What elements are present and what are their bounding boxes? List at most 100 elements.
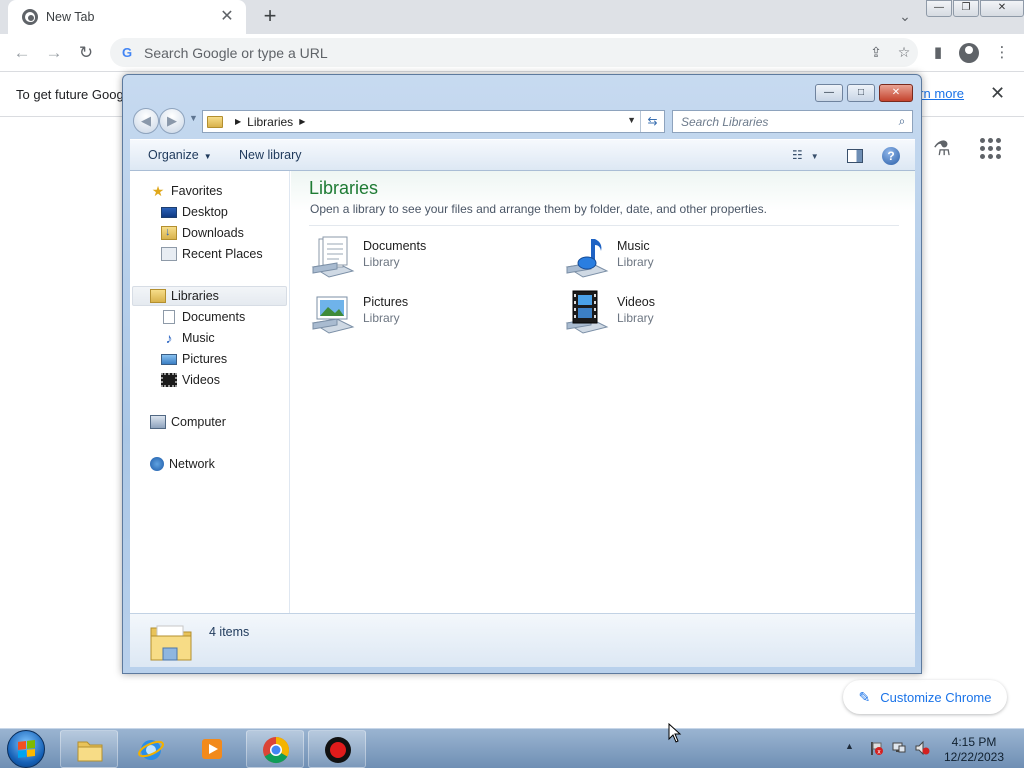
recent-pages-dropdown-icon[interactable]: ▼ [189, 113, 198, 123]
library-kind: Library [617, 255, 654, 269]
nav-recent-places[interactable]: Recent Places [161, 244, 263, 264]
profile-avatar[interactable] [957, 41, 981, 65]
explorer-navigation-bar: ◀ ▶ ▼ ▶ Libraries ▶ ▼ ⇆ Search Libraries… [131, 107, 915, 135]
back-arrow-icon[interactable]: ← [10, 41, 34, 65]
nav-documents[interactable]: Documents [161, 307, 245, 327]
browser-close-button[interactable]: ✕ [980, 0, 1024, 17]
explorer-close-button[interactable]: ✕ [879, 84, 913, 102]
help-icon[interactable]: ? [882, 147, 900, 165]
new-tab-button[interactable]: + [258, 5, 282, 29]
nav-libraries[interactable]: Libraries [132, 286, 287, 306]
nav-computer[interactable]: Computer [150, 412, 226, 432]
nav-favorites-label: Favorites [171, 184, 223, 198]
breadcrumb-arrow-icon[interactable]: ▶ [299, 117, 305, 126]
show-hidden-icons-icon[interactable]: ▲ [845, 741, 854, 751]
library-tile-pictures[interactable]: Pictures Library [309, 289, 549, 339]
start-button[interactable] [7, 730, 45, 768]
nav-videos[interactable]: Videos [161, 370, 220, 390]
computer-icon [150, 415, 166, 429]
command-bar: Organize ▼ New library ☷ ▼ ? [130, 139, 915, 171]
nav-computer-label: Computer [171, 415, 226, 429]
google-apps-grid-icon[interactable] [978, 136, 1002, 160]
documents-library-icon [311, 236, 355, 278]
search-icon[interactable]: ⌕ [892, 114, 912, 129]
new-library-button[interactable]: New library [239, 148, 302, 162]
browser-restore-button[interactable]: ❐ [953, 0, 979, 17]
explorer-forward-icon[interactable]: ▶ [159, 108, 185, 134]
item-count: 4 items [209, 625, 250, 639]
videos-library-icon [565, 290, 609, 334]
library-tile-documents[interactable]: Documents Library [309, 233, 549, 283]
taskbar-media-player-button[interactable] [183, 730, 241, 768]
preview-pane-icon[interactable] [847, 149, 863, 163]
library-name: Pictures [363, 295, 409, 309]
tab-search-chevron-icon[interactable]: ⌄ [894, 8, 916, 26]
nav-favorites[interactable]: ★ Favorites [150, 181, 223, 201]
nav-music-label: Music [182, 331, 215, 345]
clock-date[interactable]: 12/22/2023 [940, 750, 1008, 764]
address-bar[interactable]: ▶ Libraries ▶ ▼ ⇆ [202, 110, 665, 133]
customize-chrome-label: Customize Chrome [880, 689, 992, 705]
star-icon: ★ [151, 183, 165, 199]
explorer-folder-icon [77, 741, 103, 762]
reload-icon[interactable]: ↻ [74, 41, 98, 65]
network-icon [150, 457, 164, 471]
nav-recent-places-label: Recent Places [182, 247, 263, 261]
kebab-menu-icon[interactable]: ⋮ [990, 41, 1014, 65]
side-panel-icon[interactable]: ▮ [926, 41, 950, 65]
customize-chrome-button[interactable]: ✎ Customize Chrome [843, 680, 1007, 714]
music-note-icon: ♪ [165, 330, 173, 346]
infobar-close-icon[interactable]: ✕ [990, 83, 1005, 104]
breadcrumb-arrow-icon[interactable]: ▶ [235, 117, 241, 126]
tab-title: New Tab [46, 10, 95, 24]
search-libraries-input[interactable]: Search Libraries ⌕ [672, 110, 913, 133]
explorer-maximize-button[interactable]: □ [847, 84, 875, 102]
library-kind: Library [363, 255, 400, 269]
library-name: Music [617, 239, 650, 253]
nav-network[interactable]: Network [150, 454, 215, 474]
desktop-icon [161, 206, 177, 218]
libraries-folder-icon [207, 115, 223, 128]
explorer-window: — □ ✕ ◀ ▶ ▼ ▶ Libraries ▶ ▼ ⇆ Search Lib… [122, 74, 922, 674]
pencil-icon: ✎ [858, 688, 871, 705]
svg-text:x: x [877, 749, 881, 756]
library-name: Videos [617, 295, 655, 309]
taskbar-recorder-button[interactable] [308, 730, 366, 768]
clock-time[interactable]: 4:15 PM [940, 735, 1008, 749]
nav-music[interactable]: ♪ Music [161, 328, 215, 348]
nav-network-label: Network [169, 457, 215, 471]
nav-libraries-label: Libraries [171, 289, 219, 303]
volume-muted-icon[interactable] [914, 740, 930, 756]
organize-button[interactable]: Organize ▼ [148, 148, 212, 162]
forward-arrow-icon[interactable]: → [42, 41, 66, 65]
tab-new-tab[interactable]: New Tab ✕ [8, 0, 246, 34]
tab-close-button[interactable]: ✕ [218, 8, 236, 26]
bookmark-star-icon[interactable]: ☆ [890, 44, 918, 61]
explorer-minimize-button[interactable]: — [815, 84, 843, 102]
address-dropdown-icon[interactable]: ▼ [627, 115, 636, 125]
taskbar-chrome-button[interactable] [246, 730, 304, 768]
share-icon[interactable]: ⇪ [862, 44, 890, 61]
omnibox[interactable]: G Search Google or type a URL ⇪ ☆ [110, 38, 918, 67]
library-tile-music[interactable]: Music Library [563, 233, 803, 283]
explorer-body: ★ Favorites Desktop Downloads Recent Plac… [130, 171, 915, 613]
action-center-flag-icon[interactable]: x [868, 740, 884, 756]
nav-pictures[interactable]: Pictures [161, 349, 227, 369]
taskbar-ie-button[interactable] [122, 730, 180, 768]
network-status-icon[interactable] [891, 740, 907, 756]
mouse-cursor-icon [668, 723, 682, 743]
nav-desktop[interactable]: Desktop [161, 202, 228, 222]
nav-documents-label: Documents [182, 310, 246, 324]
downloads-folder-icon [161, 225, 177, 240]
change-view-button[interactable]: ☷ ▼ [792, 148, 819, 162]
nav-downloads[interactable]: Downloads [161, 223, 244, 243]
browser-minimize-button[interactable]: — [926, 0, 952, 17]
explorer-back-icon[interactable]: ◀ [133, 108, 159, 134]
taskbar-explorer-button[interactable] [60, 730, 118, 768]
library-tile-videos[interactable]: Videos Library [563, 289, 803, 339]
film-icon [161, 373, 177, 387]
labs-flask-icon[interactable]: ⚗ [930, 136, 954, 160]
refresh-icon[interactable]: ⇆ [640, 111, 664, 132]
pictures-icon [161, 353, 177, 365]
breadcrumb-libraries[interactable]: Libraries [247, 115, 293, 129]
